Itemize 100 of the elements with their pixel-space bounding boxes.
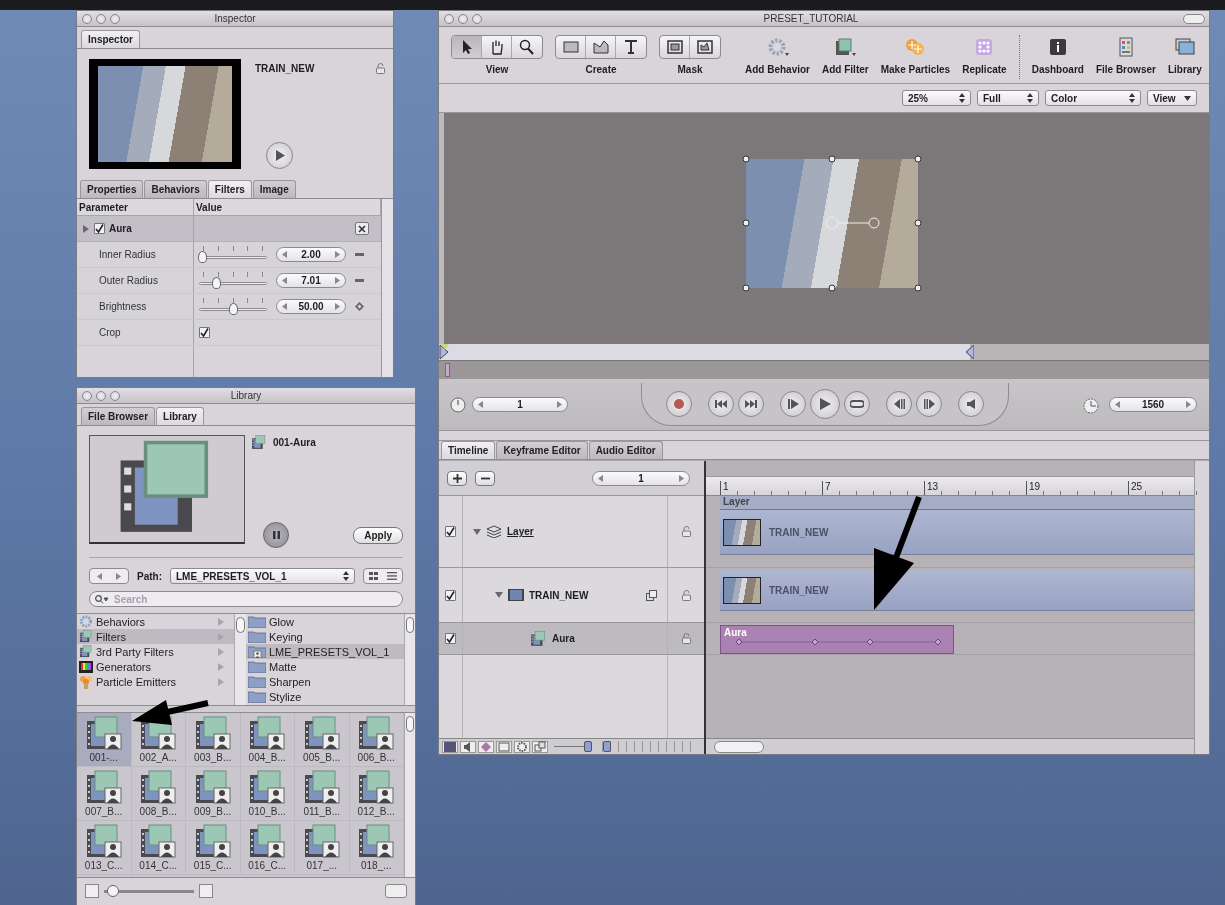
tab[interactable]: Audio Editor [588, 441, 663, 459]
previous-frame-button[interactable] [886, 391, 912, 417]
search-field[interactable]: Search [89, 591, 403, 607]
preset-item[interactable]: 012_B... [349, 767, 404, 821]
folder-item[interactable]: Sharpen [246, 674, 404, 689]
slider-thumb[interactable] [198, 250, 208, 263]
right-arrow-icon[interactable] [335, 277, 340, 284]
popup-menu[interactable]: Color [1045, 90, 1141, 106]
scrollbar[interactable] [381, 199, 393, 377]
checkbox[interactable] [445, 633, 456, 644]
keyframe-button[interactable] [478, 740, 494, 753]
close-button[interactable] [82, 13, 92, 24]
tab[interactable]: File Browser [81, 407, 156, 425]
category-item[interactable]: 3rd Party Filters [77, 644, 234, 659]
number-field[interactable]: 2.00 [276, 247, 346, 262]
animation-menu-icon[interactable] [355, 250, 364, 259]
slider-thumb[interactable] [584, 741, 593, 752]
next-frame-button[interactable] [916, 391, 942, 417]
toolbar-button[interactable]: Library [1167, 35, 1202, 75]
lock-icon[interactable] [681, 633, 691, 644]
scrollbar[interactable] [404, 614, 415, 705]
timer-icon[interactable] [449, 395, 467, 414]
layer-row[interactable]: Aura [439, 623, 704, 655]
preset-item[interactable]: 011_B... [295, 767, 350, 821]
toolbar-button[interactable]: Make Particles [880, 35, 951, 75]
number-field[interactable]: 50.00 [276, 299, 346, 314]
close-button[interactable] [82, 390, 92, 401]
preset-item[interactable]: 001-... [77, 713, 132, 767]
preset-item[interactable]: 015_C... [186, 821, 241, 875]
toolbar-button[interactable]: Replicate [962, 35, 1007, 75]
keyframe-diamond-icon[interactable] [355, 302, 364, 311]
right-arrow-icon[interactable] [116, 572, 121, 580]
tool-button[interactable] [452, 36, 482, 58]
apply-button[interactable]: Apply [353, 526, 403, 544]
minimize-button[interactable] [458, 13, 468, 24]
audio-button[interactable] [958, 391, 984, 417]
checkbox[interactable] [445, 589, 456, 601]
toolbar-button[interactable]: File Browser [1095, 35, 1156, 75]
small-size-icon[interactable] [85, 884, 99, 898]
go-to-start-button[interactable] [708, 391, 734, 417]
scrollbar[interactable] [404, 713, 415, 877]
minimize-button[interactable] [96, 13, 106, 24]
toolbar-button[interactable]: Add Behavior [745, 35, 810, 75]
right-arrow-icon[interactable] [335, 303, 340, 310]
left-arrow-icon[interactable] [1115, 401, 1120, 408]
category-item[interactable]: Generators [77, 659, 234, 674]
preset-item[interactable]: 018_... [349, 821, 404, 875]
preset-item[interactable]: 013_C... [77, 821, 132, 875]
left-arrow-icon[interactable] [282, 277, 287, 284]
menu-button[interactable]: View [1147, 90, 1197, 106]
tab[interactable]: Inspector [81, 30, 140, 48]
back-forward-buttons[interactable] [89, 568, 129, 584]
disclosure-triangle-icon[interactable] [82, 224, 90, 233]
checkbox[interactable] [199, 327, 210, 338]
out-point-marker-icon[interactable] [965, 345, 974, 359]
zoom-button[interactable] [472, 13, 482, 24]
slider-thumb[interactable] [212, 276, 221, 289]
preset-item[interactable]: 009_B... [186, 767, 241, 821]
folder-item[interactable]: Stylize [246, 689, 404, 704]
clone-button[interactable] [532, 740, 548, 753]
grid-view-icon[interactable] [368, 572, 378, 580]
slider-thumb[interactable] [602, 741, 611, 752]
preset-item[interactable]: 003_B... [186, 713, 241, 767]
folder-item[interactable]: Glow [246, 614, 404, 629]
tab[interactable]: Filters [207, 180, 252, 198]
toolbar-button[interactable]: Dashboard [1031, 35, 1084, 75]
gear-button[interactable] [514, 740, 530, 753]
horizontal-scroll-thumb[interactable] [714, 740, 764, 753]
view-mode-buttons[interactable] [363, 568, 403, 584]
number-field[interactable]: 7.01 [276, 273, 346, 288]
pause-button[interactable] [263, 522, 289, 548]
layer-row[interactable]: TRAIN_NEW [439, 568, 704, 623]
preset-item[interactable]: 005_B... [295, 713, 350, 767]
left-arrow-icon[interactable] [282, 251, 287, 258]
minimize-button[interactable] [96, 390, 106, 401]
play-button[interactable] [266, 142, 293, 169]
zoom-button[interactable] [110, 13, 120, 24]
lock-icon[interactable] [681, 526, 691, 537]
go-to-end-button[interactable] [738, 391, 764, 417]
in-point-marker-icon[interactable] [439, 344, 449, 360]
preset-item[interactable]: 006_B... [349, 713, 404, 767]
slider-thumb[interactable] [229, 302, 238, 315]
toolbar-button[interactable]: Add Filter [822, 35, 869, 75]
checkbox[interactable] [94, 223, 105, 234]
folder-item[interactable]: Keying [246, 629, 404, 644]
layer-row[interactable]: Layer [439, 496, 704, 568]
popup-menu[interactable]: 25% [902, 90, 971, 106]
play-button[interactable] [810, 389, 840, 419]
right-arrow-icon[interactable] [557, 401, 562, 408]
playhead-marker[interactable] [445, 363, 450, 377]
category-item[interactable]: Particle Emitters [77, 674, 234, 689]
track-bar[interactable]: TRAIN_NEW [720, 510, 1194, 555]
tab[interactable]: Keyframe Editor [496, 441, 588, 459]
speaker-button[interactable] [460, 740, 476, 753]
tab[interactable]: Image [252, 180, 296, 198]
new-folder-button[interactable] [385, 884, 407, 898]
left-arrow-icon[interactable] [598, 474, 603, 482]
preset-item[interactable]: 010_B... [240, 767, 295, 821]
disclosure-triangle-expanded-icon[interactable] [473, 527, 481, 536]
preset-item[interactable]: 017_... [295, 821, 350, 875]
